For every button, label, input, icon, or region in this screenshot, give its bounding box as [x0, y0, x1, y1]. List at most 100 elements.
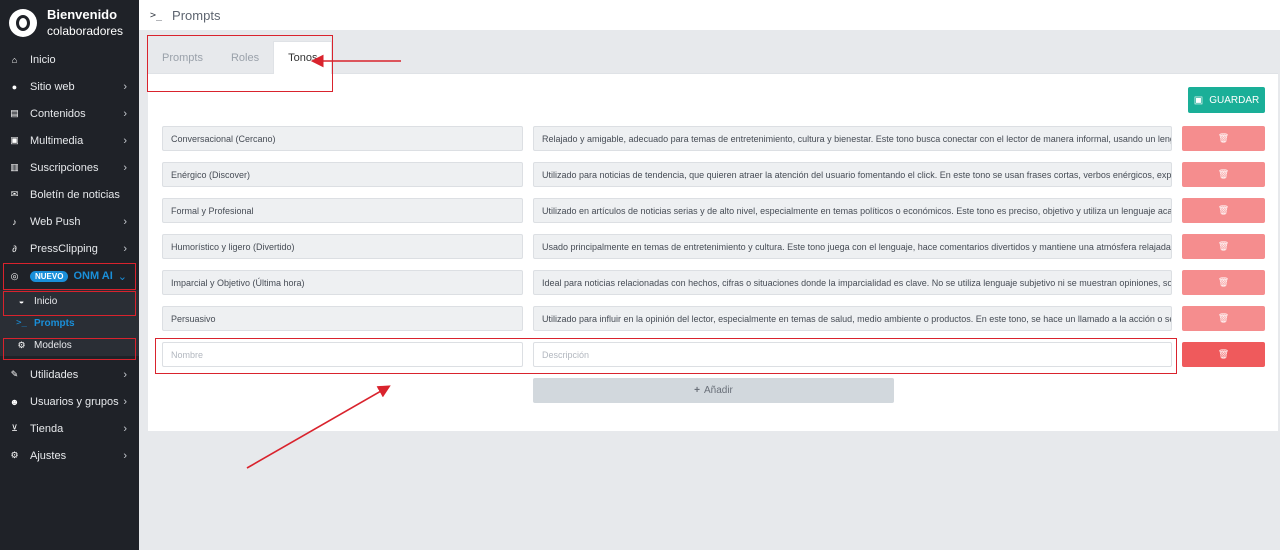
sidebar-item-label: Inicio	[30, 53, 56, 66]
chevron-down-icon: ⌄	[117, 270, 127, 283]
tone-name-input[interactable]: Formal y Profesional	[162, 198, 523, 223]
tone-row: Humorístico y ligero (Divertido) Usado p…	[162, 234, 1265, 259]
add-button-label: Añadir	[703, 385, 733, 396]
add-button[interactable]: + Añadir	[533, 378, 894, 403]
terminal-icon: >_	[16, 318, 27, 328]
sidebar-item-boletin[interactable]: ✉ Boletín de noticias	[0, 181, 139, 208]
globe-icon: ●	[11, 81, 18, 92]
tone-description-input[interactable]: Ideal para noticias relacionadas con hec…	[533, 270, 1172, 295]
tone-description-input[interactable]: Utilizado para influir en la opinión del…	[533, 306, 1172, 331]
delete-button[interactable]: 🗑	[1182, 126, 1265, 151]
sidebar-item-usuarios[interactable]: ☻ Usuarios y grupos ›	[0, 388, 139, 415]
trash-icon: 🗑	[1217, 133, 1230, 143]
sidebar-item-label: Utilidades	[30, 368, 79, 381]
sidebar-nav-lower: ✎ Utilidades › ☻ Usuarios y grupos › ⊻ T…	[0, 361, 139, 469]
save-button[interactable]: ▣ GUARDAR	[1188, 87, 1265, 113]
settings-icon: ⚙	[10, 450, 19, 460]
sidebar-item-label: ONM AI	[73, 270, 113, 282]
image-icon: ▣	[10, 135, 19, 145]
new-tone-description-input[interactable]: Descripción	[533, 342, 1172, 367]
trash-icon: 🗑	[1217, 277, 1230, 287]
tone-description-input[interactable]: Utilizado en artículos de noticias seria…	[533, 198, 1172, 223]
sidebar: Bienvenido colaboradores ⌂ Inicio ● Siti…	[0, 0, 139, 550]
terminal-icon: >_	[150, 9, 163, 21]
dashboard-icon: ◒	[18, 296, 25, 306]
bell-icon: ♪	[12, 216, 17, 227]
cogs-icon: ⚙	[17, 339, 26, 350]
sidebar-item-web-push[interactable]: ♪ Web Push ›	[0, 208, 139, 235]
new-tone-name-input[interactable]: Nombre	[162, 342, 523, 367]
sidebar-item-contenidos[interactable]: ▤ Contenidos ›	[0, 100, 139, 127]
delete-button[interactable]: 🗑	[1182, 342, 1265, 367]
submenu-item-prompts[interactable]: >_ Prompts	[0, 312, 139, 334]
submenu-item-label: Inicio	[34, 295, 58, 307]
trash-icon: 🗑	[1217, 205, 1230, 215]
sidebar-item-tienda[interactable]: ⊻ Tienda ›	[0, 415, 139, 442]
chevron-right-icon: ›	[123, 80, 127, 93]
submenu-item-label: Modelos	[34, 339, 72, 351]
submenu-item-modelos[interactable]: ⚙ Modelos	[0, 334, 139, 356]
home-icon: ⌂	[11, 54, 18, 65]
trash-icon: 🗑	[1217, 241, 1230, 251]
sidebar-nav: ⌂ Inicio ● Sitio web › ▤ Contenidos › ▣ …	[0, 46, 139, 290]
tab-tonos[interactable]: Tonos	[273, 41, 333, 74]
tone-name-input[interactable]: Humorístico y ligero (Divertido)	[162, 234, 523, 259]
sidebar-item-onm-ai[interactable]: ◎ NUEVO ONM AI ⌄	[0, 262, 139, 290]
sidebar-item-ajustes[interactable]: ⚙ Ajustes ›	[0, 442, 139, 469]
chevron-right-icon: ›	[123, 368, 127, 381]
brand-subtitle: colaboradores	[47, 24, 124, 38]
delete-button[interactable]: 🗑	[1182, 198, 1265, 223]
subscriptions-icon: ▥	[10, 162, 19, 172]
sidebar-item-label: PressClipping	[30, 242, 98, 255]
chevron-right-icon: ›	[123, 422, 127, 435]
tone-row: Enérgico (Discover) Utilizado para notic…	[162, 162, 1265, 187]
onm-ai-submenu: ◒ Inicio >_ Prompts ⚙ Modelos	[0, 290, 139, 356]
tone-row: Persuasivo Utilizado para influir en la …	[162, 306, 1265, 331]
floppy-disk-icon: ▣	[1193, 94, 1204, 106]
tone-description-input[interactable]: Usado principalmente en temas de entrete…	[533, 234, 1172, 259]
sidebar-item-label: Usuarios y grupos	[30, 395, 119, 408]
logo-icon[interactable]	[9, 9, 37, 37]
sidebar-item-utilidades[interactable]: ✎ Utilidades ›	[0, 361, 139, 388]
sidebar-item-label: Tienda	[30, 422, 64, 435]
save-button-label: GUARDAR	[1209, 94, 1260, 106]
tone-name-input[interactable]: Persuasivo	[162, 306, 523, 331]
onm-ai-icon: ◎	[10, 270, 19, 281]
tab-roles[interactable]: Roles	[217, 41, 273, 74]
tone-description-input[interactable]: Relajado y amigable, adecuado para temas…	[533, 126, 1172, 151]
sidebar-item-inicio[interactable]: ⌂ Inicio	[0, 46, 139, 73]
tab-bar: Prompts Roles Tonos	[148, 41, 1278, 74]
brand: Bienvenido colaboradores	[0, 0, 139, 46]
delete-button[interactable]: 🗑	[1182, 270, 1265, 295]
sidebar-item-suscripciones[interactable]: ▥ Suscripciones ›	[0, 154, 139, 181]
tone-name-input[interactable]: Conversacional (Cercano)	[162, 126, 523, 151]
delete-button[interactable]: 🗑	[1182, 162, 1265, 187]
delete-button[interactable]: 🗑	[1182, 234, 1265, 259]
tone-name-input[interactable]: Imparcial y Objetivo (Última hora)	[162, 270, 523, 295]
brand-title: Bienvenido	[47, 7, 118, 22]
chevron-right-icon: ›	[123, 395, 127, 408]
tone-description-input[interactable]: Utilizado para noticias de tendencia, qu…	[533, 162, 1172, 187]
tab-prompts[interactable]: Prompts	[148, 41, 217, 74]
sidebar-item-label: Boletín de noticias	[30, 188, 120, 201]
sidebar-item-multimedia[interactable]: ▣ Multimedia ›	[0, 127, 139, 154]
plus-icon: +	[694, 385, 700, 396]
sidebar-item-label: Web Push	[30, 215, 81, 228]
trash-icon: 🗑	[1217, 313, 1230, 323]
tone-name-input[interactable]: Enérgico (Discover)	[162, 162, 523, 187]
tone-row: Conversacional (Cercano) Relajado y amig…	[162, 126, 1265, 151]
new-badge: NUEVO	[30, 270, 69, 282]
chevron-right-icon: ›	[123, 242, 127, 255]
sidebar-item-sitio-web[interactable]: ● Sitio web ›	[0, 73, 139, 100]
sidebar-item-label: Sitio web	[30, 80, 75, 93]
submenu-item-inicio[interactable]: ◒ Inicio	[0, 290, 139, 312]
envelope-icon: ✉	[10, 189, 19, 199]
page-header: >_ Prompts	[139, 0, 1280, 30]
sidebar-item-pressclipping[interactable]: ∂ PressClipping ›	[0, 235, 139, 262]
tone-row: Formal y Profesional Utilizado en artícu…	[162, 198, 1265, 223]
newspaper-icon: ▤	[10, 108, 19, 118]
sidebar-item-label: Suscripciones	[30, 161, 99, 174]
delete-button[interactable]: 🗑	[1182, 306, 1265, 331]
chevron-right-icon: ›	[123, 215, 127, 228]
trash-icon: 🗑	[1217, 169, 1230, 179]
